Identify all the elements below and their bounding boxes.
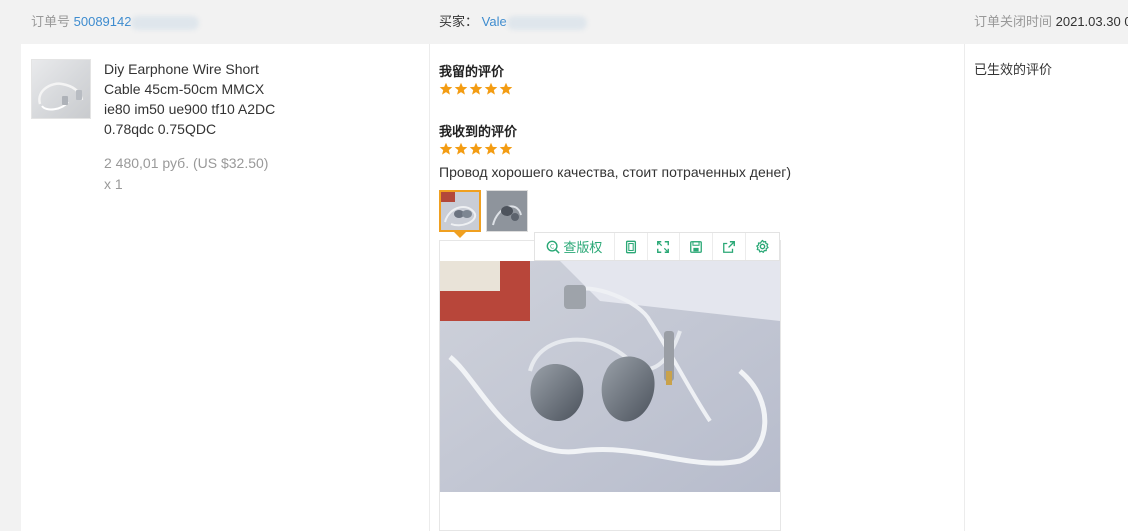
- received-review-title: 我收到的评价: [439, 124, 518, 139]
- star-icon: [484, 142, 498, 155]
- earphone-photo-icon: [440, 261, 780, 492]
- closed-time-value: 2021.03.30 0: [1055, 14, 1128, 29]
- settings-icon: [756, 239, 769, 253]
- my-rating-stars: [439, 82, 513, 96]
- copyright-search-label: 查版权: [563, 240, 603, 255]
- review-text: Провод хорошего качества, стоит потрачен…: [439, 164, 792, 180]
- buyer-label: 买家：: [439, 14, 479, 29]
- share-icon: [723, 240, 736, 253]
- redacted-blur: [131, 15, 200, 30]
- product-quantity: x 1: [104, 176, 123, 192]
- settings-button[interactable]: [746, 233, 779, 260]
- star-icon: [439, 82, 453, 95]
- left-gutter: [0, 0, 21, 531]
- copy-button[interactable]: [615, 233, 648, 260]
- product-title-link[interactable]: Diy Earphone Wire Short Cable 45cm-50cm …: [104, 59, 279, 139]
- review-photo-thumb-2[interactable]: [486, 190, 528, 232]
- star-icon: [439, 142, 453, 155]
- review-status: 已生效的评价: [974, 62, 1053, 77]
- my-review-title: 我留的评价: [439, 64, 505, 79]
- review-photo-icon: [487, 191, 527, 231]
- photo-viewer-toolbar: C 查版权: [534, 232, 780, 261]
- closed-time: 订单关闭时间 2021.03.30 0: [974, 11, 1128, 30]
- order-number: 订单号 50089142: [31, 11, 200, 30]
- closed-time-label: 订单关闭时间: [974, 14, 1053, 29]
- star-icon: [484, 82, 498, 95]
- order-number-label: 订单号: [31, 14, 71, 29]
- review-photo-thumb-1[interactable]: [439, 190, 481, 232]
- star-icon: [454, 142, 468, 155]
- search-copyright-icon: C: [546, 240, 561, 254]
- column-divider: [964, 44, 965, 531]
- received-rating-stars: [439, 142, 513, 156]
- star-icon: [469, 142, 483, 155]
- column-divider: [429, 44, 430, 531]
- star-icon: [454, 82, 468, 95]
- save-icon: [690, 240, 703, 253]
- redacted-blur: [506, 15, 587, 30]
- buyer-link[interactable]: Vale: [482, 14, 507, 29]
- review-photo-large[interactable]: [440, 261, 780, 492]
- order-number-link[interactable]: 50089142: [74, 14, 132, 29]
- copyright-search-button[interactable]: C 查版权: [535, 233, 615, 260]
- product-price: 2 480,01 руб. (US $32.50): [104, 155, 269, 171]
- review-photo-icon: [441, 192, 479, 230]
- svg-text:C: C: [550, 243, 554, 250]
- share-button[interactable]: [713, 233, 747, 260]
- product-image[interactable]: [31, 59, 91, 119]
- star-icon: [499, 142, 513, 155]
- cable-image-icon: [38, 82, 84, 111]
- fullscreen-icon: [657, 240, 670, 253]
- buyer-info: 买家： Vale: [439, 11, 587, 30]
- star-icon: [499, 82, 513, 95]
- star-icon: [469, 82, 483, 95]
- fullscreen-button[interactable]: [648, 233, 681, 260]
- active-thumb-caret: [454, 232, 466, 238]
- save-button[interactable]: [680, 233, 714, 260]
- copy-icon: [625, 240, 636, 253]
